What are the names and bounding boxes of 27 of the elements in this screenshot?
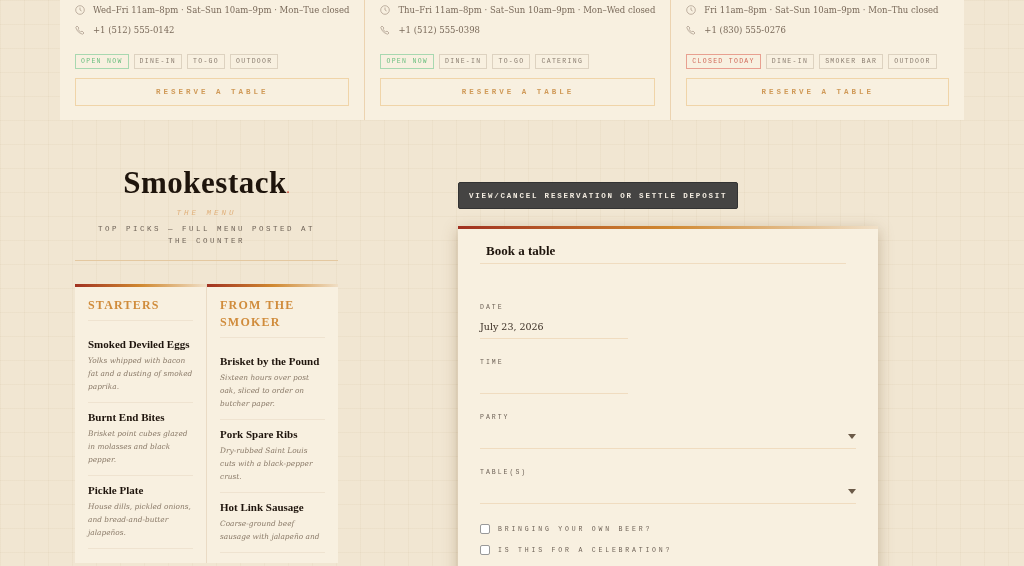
phone-icon [380,25,391,35]
section-heading: FROM THE SMOKER [220,297,325,338]
dish-name: Pork Spare Ribs [220,427,299,442]
dish-name: Brisket by the Pound [220,354,321,369]
input-field[interactable]: July 23, 2026 [480,314,628,339]
menu-title: Smokestack. [123,165,290,201]
clock-icon [75,5,85,15]
checkbox[interactable] [480,524,490,534]
clock-icon [380,5,391,15]
phone-text: +1 (512) 555-0142 [93,25,175,35]
hours-text: Thu–Fri 11am–8pm · Sat–Sun 10am–9pm · Mon–Wed closed [398,5,656,15]
section-heading: STARTERS [88,297,193,321]
dish-name: Burnt End Bites [88,410,166,425]
booking-title: Book a table [480,243,846,264]
clock-icon [686,5,697,15]
dish-name: Smoked Deviled Eggs [88,337,191,352]
phone-text: +1 (830) 555-0276 [704,25,786,35]
caret-icon [848,433,856,439]
phone-text: +1 (512) 555-0398 [398,25,480,35]
phone-icon [75,25,85,35]
hours-text: Fri 11am–8pm · Sat–Sun 10am–9pm · Mon–Thu closed [704,5,939,15]
dish-name: Pickle Plate [88,483,145,498]
dish-name: Hot Link Sausage [220,500,305,515]
phone-icon [686,25,697,35]
caret-icon [848,488,856,494]
checkbox[interactable] [480,545,490,555]
hours-text: Wed–Fri 11am–8pm · Sat–Sun 10am–9pm · Mon–Tue closed [93,5,350,15]
